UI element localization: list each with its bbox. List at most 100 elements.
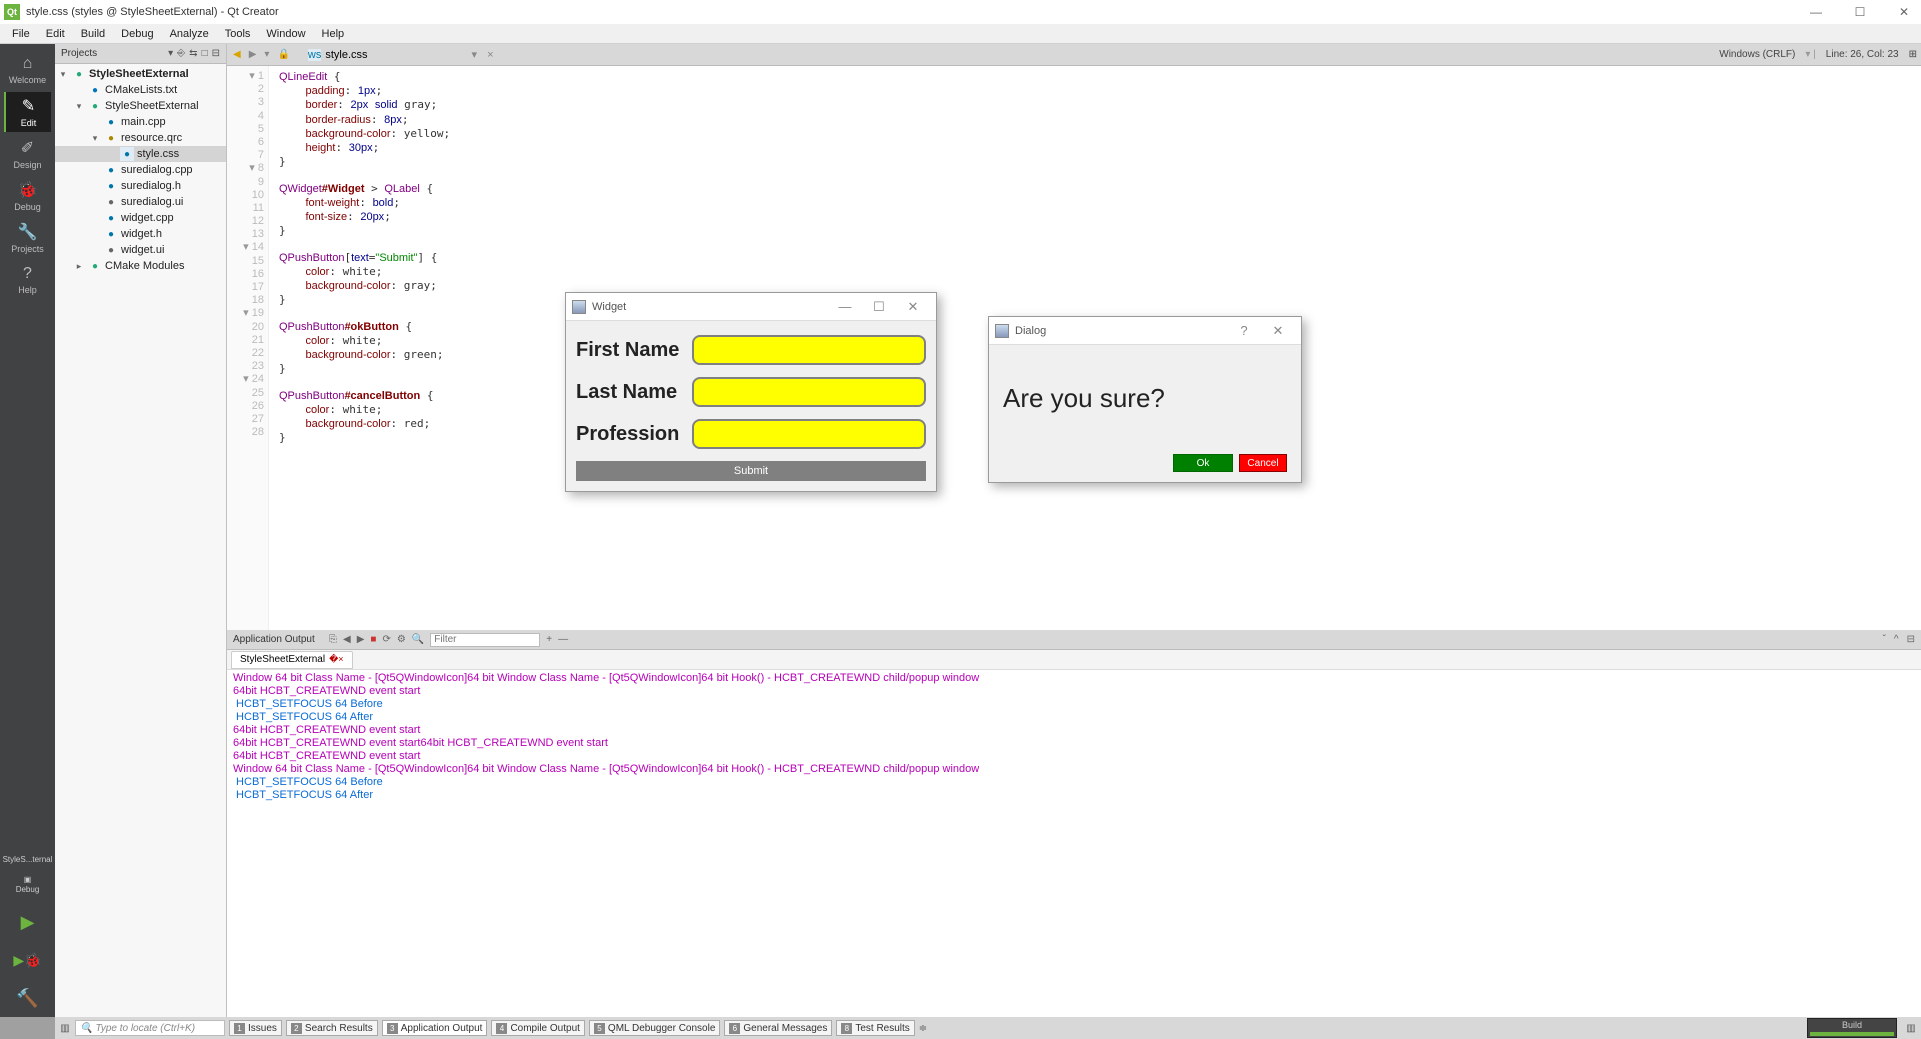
tree-item[interactable]: ●widget.ui (55, 242, 226, 258)
split-editor-button[interactable]: ⊞ (1909, 49, 1917, 60)
output-rerun-icon[interactable]: ⟳ (382, 634, 390, 645)
output-next-icon[interactable]: ▶ (357, 634, 365, 645)
nav-history-button[interactable]: ▾ (262, 49, 271, 60)
projects-sync-icon[interactable]: ⇆ (189, 48, 197, 59)
tree-item[interactable]: ●style.css (55, 146, 226, 162)
line-edit[interactable] (692, 419, 926, 449)
menu-analyze[interactable]: Analyze (162, 28, 217, 40)
tree-item[interactable]: ▸●CMake Modules (55, 258, 226, 274)
output-max-icon[interactable]: ^ (1894, 634, 1899, 645)
tree-item[interactable]: ●CMakeLists.txt (55, 82, 226, 98)
widget-titlebar[interactable]: Widget — ☐ ✕ (566, 293, 936, 321)
tree-item[interactable]: ●main.cpp (55, 114, 226, 130)
dialog-titlebar[interactable]: Dialog ? ✕ (989, 317, 1301, 345)
output-body[interactable]: Window 64 bit Class Name - [Qt5QWindowIc… (227, 670, 1921, 1017)
mode-welcome[interactable]: ⌂Welcome (4, 50, 51, 90)
tree-item[interactable]: ●suredialog.cpp (55, 162, 226, 178)
tree-item[interactable]: ●suredialog.h (55, 178, 226, 194)
toggle-right-icon[interactable]: ▥ (1901, 1023, 1921, 1034)
titlebar: Qt style.css (styles @ StyleSheetExterna… (0, 0, 1921, 24)
dialog-help-button[interactable]: ? (1227, 323, 1261, 338)
output-prev-icon[interactable]: ◀ (343, 634, 351, 645)
line-edit[interactable] (692, 377, 926, 407)
cursor-position[interactable]: Line: 26, Col: 23 (1826, 49, 1899, 60)
tab-close-button[interactable]: × (487, 49, 493, 61)
build-progress[interactable]: Build (1807, 1018, 1897, 1038)
tree-item[interactable]: ▾●StyleSheetExternal (55, 66, 226, 82)
menu-tools[interactable]: Tools (217, 28, 259, 40)
output-attach-icon[interactable]: ⎘ (329, 634, 337, 645)
editor-gutter: ▾ 1234567▾ 8910111213▾ 1415161718▾ 19202… (227, 66, 269, 630)
minimize-button[interactable]: — (1803, 5, 1829, 19)
output-filter-input[interactable] (430, 633, 540, 647)
locator-input[interactable]: 🔍 Type to locate (Ctrl+K) (75, 1020, 225, 1036)
status-tab-compile-output[interactable]: 4Compile Output (491, 1020, 584, 1036)
widget-title: Widget (592, 301, 828, 313)
tree-item[interactable]: ▾●StyleSheetExternal (55, 98, 226, 114)
projects-link-icon[interactable]: ⎆ (177, 48, 185, 59)
menu-edit[interactable]: Edit (38, 28, 73, 40)
qt-window-icon (572, 300, 586, 314)
nav-fwd-button[interactable]: ▶ (247, 49, 259, 60)
maximize-button[interactable]: ☐ (1847, 5, 1873, 19)
run-debug-button[interactable]: ▶🐞 (13, 945, 43, 975)
dialog-close-button[interactable]: ✕ (1261, 323, 1295, 339)
menu-file[interactable]: File (4, 28, 38, 40)
statusbar: ▥ 🔍 Type to locate (Ctrl+K) 1Issues2Sear… (55, 1017, 1921, 1039)
open-file-tab[interactable]: ws style.css ▾ × (300, 46, 502, 64)
output-add-icon[interactable]: + (546, 634, 552, 645)
status-tab-application-output[interactable]: 3Application Output (382, 1020, 488, 1036)
menu-build[interactable]: Build (73, 28, 113, 40)
output-settings-icon[interactable]: ⚙ (397, 634, 406, 645)
output-stop-icon[interactable]: ■ (370, 634, 376, 645)
close-button[interactable]: ✕ (1891, 5, 1917, 19)
projects-split-icon[interactable]: □ (202, 48, 208, 59)
output-tab[interactable]: StyleSheetExternal �× (231, 651, 353, 669)
widget-window[interactable]: Widget — ☐ ✕ First NameLast NameProfessi… (565, 292, 937, 492)
mode-debug[interactable]: 🐞Debug (4, 176, 51, 216)
ok-button[interactable]: Ok (1173, 454, 1233, 472)
build-button[interactable]: 🔨 (13, 983, 43, 1013)
menu-help[interactable]: Help (314, 28, 353, 40)
run-button[interactable]: ▶ (13, 907, 43, 937)
output-collapse-icon[interactable]: — (558, 634, 568, 645)
status-tab-general-messages[interactable]: 6General Messages (724, 1020, 832, 1036)
output-tab-close[interactable]: �× (329, 654, 343, 665)
line-edit[interactable] (692, 335, 926, 365)
menu-debug[interactable]: Debug (113, 28, 161, 40)
status-tab-test-results[interactable]: 8Test Results (836, 1020, 914, 1036)
mode-edit[interactable]: ✎Edit (4, 92, 51, 132)
hide-sidebar-icon[interactable]: ▥ (55, 1023, 75, 1034)
status-tab-issues[interactable]: 1Issues (229, 1020, 282, 1036)
form-label: Last Name (576, 381, 686, 404)
cancel-button[interactable]: Cancel (1239, 454, 1287, 472)
output-min-icon[interactable]: ˇ (1883, 634, 1886, 645)
window-controls: — ☐ ✕ (1803, 5, 1917, 19)
status-more-icon[interactable]: ≑ (919, 1023, 927, 1034)
lock-icon[interactable]: 🔒 (275, 49, 291, 60)
output-close-icon[interactable]: ⊟ (1907, 634, 1915, 645)
submit-button[interactable]: Submit (576, 461, 926, 481)
project-tree[interactable]: ▾●StyleSheetExternal●CMakeLists.txt▾●Sty… (55, 64, 226, 276)
tree-item[interactable]: ▾●resource.qrc (55, 130, 226, 146)
projects-filter-icon[interactable]: ▾ (168, 48, 173, 59)
modes-sidebar: ⌂Welcome✎Edit✐Design🐞Debug🔧Projects?Help… (0, 44, 55, 1017)
tree-item[interactable]: ●widget.cpp (55, 210, 226, 226)
menu-window[interactable]: Window (258, 28, 313, 40)
status-tab-qml-debugger-console[interactable]: 5QML Debugger Console (589, 1020, 720, 1036)
mode-design[interactable]: ✐Design (4, 134, 51, 174)
mode-help[interactable]: ?Help (4, 260, 51, 300)
kit-selector[interactable]: StyleS...ternal ▣ Debug (3, 855, 53, 895)
widget-max-button[interactable]: ☐ (862, 299, 896, 315)
dialog-window[interactable]: Dialog ? ✕ Are you sure? Ok Cancel (988, 316, 1302, 483)
widget-close-button[interactable]: ✕ (896, 299, 930, 315)
qt-window-icon (995, 324, 1009, 338)
widget-min-button[interactable]: — (828, 299, 862, 314)
mode-projects[interactable]: 🔧Projects (4, 218, 51, 258)
projects-close-icon[interactable]: ⊟ (212, 48, 220, 59)
tree-item[interactable]: ●widget.h (55, 226, 226, 242)
status-tab-search-results[interactable]: 2Search Results (286, 1020, 378, 1036)
tree-item[interactable]: ●suredialog.ui (55, 194, 226, 210)
nav-back-button[interactable]: ◀ (231, 49, 243, 60)
encoding-label[interactable]: Windows (CRLF) (1719, 49, 1795, 60)
